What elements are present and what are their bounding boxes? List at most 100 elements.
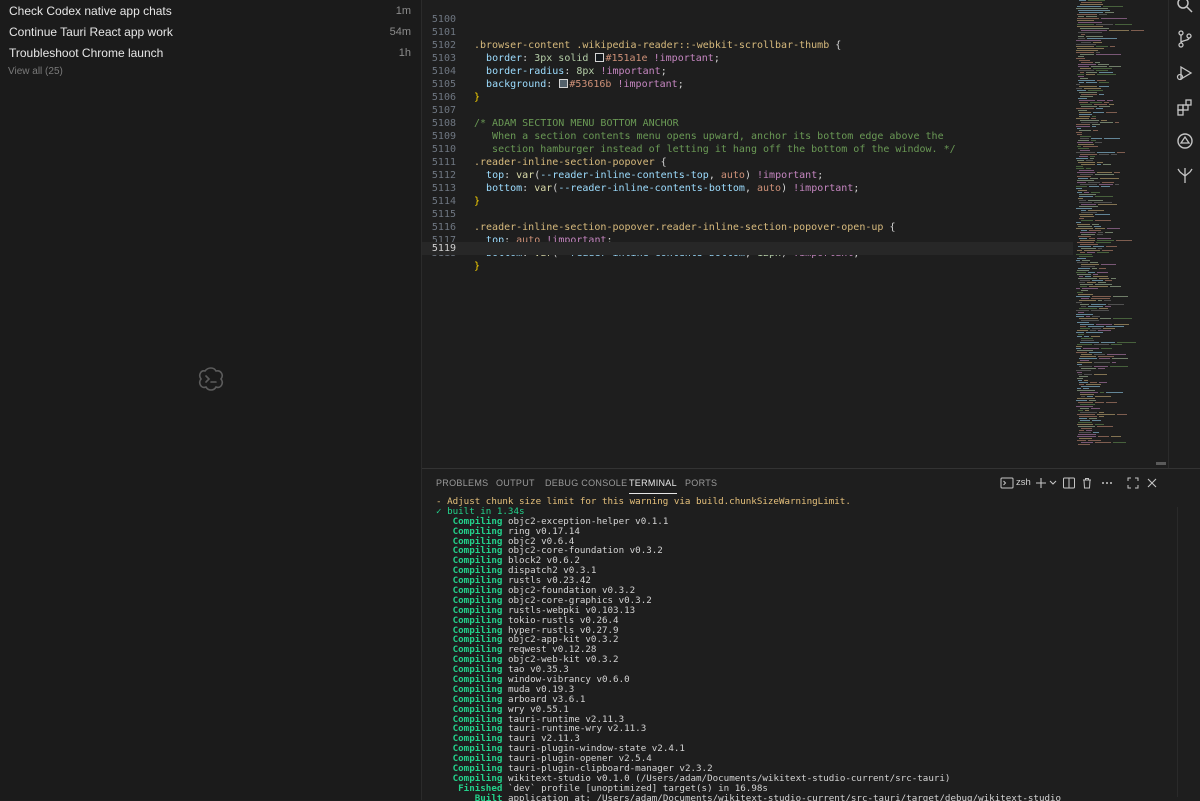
minimap-line: [1094, 354, 1105, 355]
minimap-line: [1090, 156, 1095, 157]
minimap-line: [1097, 240, 1114, 241]
minimap-line: [1081, 62, 1093, 63]
minimap-line: [1077, 398, 1095, 399]
minimap-line: [1079, 116, 1090, 117]
minimap-line: [1089, 418, 1097, 419]
minimap-line: [1077, 378, 1083, 379]
tree-icon[interactable]: [1176, 166, 1194, 184]
minimap-line: [1080, 96, 1093, 97]
minimap-line: [1080, 356, 1096, 357]
minimap-line: [1099, 268, 1106, 269]
minimap-line: [1076, 166, 1083, 167]
minimap-line: [1078, 444, 1090, 445]
minimap-line: [1084, 374, 1092, 375]
split-terminal-icon[interactable]: [1062, 476, 1076, 490]
minimap-line: [1080, 404, 1095, 405]
minimap-line: [1078, 268, 1090, 269]
tab-debug-console[interactable]: DEBUG CONSOLE: [545, 478, 627, 488]
minimap-line: [1089, 230, 1101, 231]
minimap-line: [1100, 392, 1104, 393]
source-control-icon[interactable]: [1176, 30, 1194, 48]
minimap-line: [1076, 124, 1090, 125]
minimap-line: [1094, 366, 1108, 367]
minimap-line: [1080, 286, 1087, 287]
minimap-line: [1112, 362, 1116, 363]
code-editor[interactable]: 5100 5101 .browser-content .wikipedia-re…: [422, 0, 1168, 468]
view-all-link[interactable]: View all (25): [8, 66, 63, 77]
tab-terminal[interactable]: TERMINAL: [629, 478, 677, 494]
minimap-line: [1097, 238, 1111, 239]
minimap-line: [1087, 252, 1095, 253]
minimap-line: [1082, 288, 1098, 289]
minimap[interactable]: [1074, 0, 1162, 450]
minimap-line: [1106, 246, 1117, 247]
minimap-line: [1081, 428, 1092, 429]
minimap-line: [1095, 402, 1104, 403]
minimap-line: [1077, 134, 1082, 135]
search-icon[interactable]: [1176, 0, 1194, 14]
minimap-line: [1090, 262, 1098, 263]
close-panel-icon[interactable]: [1145, 476, 1159, 490]
minimap-line: [1095, 396, 1111, 397]
chat-item[interactable]: Check Codex native app chats 1m: [9, 0, 411, 22]
minimap-line: [1099, 82, 1109, 83]
minimap-line: [1080, 412, 1097, 413]
minimap-line: [1099, 154, 1109, 155]
minimap-line: [1084, 336, 1089, 337]
minimap-line: [1093, 246, 1104, 247]
minimap-line: [1076, 302, 1082, 303]
trash-icon[interactable]: [1080, 476, 1094, 490]
chevron-down-icon[interactable]: [1046, 476, 1060, 490]
minimap-line: [1099, 382, 1107, 383]
code-line-current[interactable]: 5119: [422, 242, 1073, 255]
minimap-line: [1078, 410, 1083, 411]
minimap-line: [1082, 260, 1090, 261]
minimap-line: [1099, 72, 1113, 73]
tab-ports[interactable]: PORTS: [685, 478, 717, 488]
minimap-line: [1076, 406, 1093, 407]
minimap-line: [1099, 358, 1110, 359]
shell-name[interactable]: zsh: [1016, 477, 1031, 488]
minimap-line: [1106, 392, 1123, 393]
minimap-line: [1080, 284, 1093, 285]
minimap-line: [1078, 98, 1087, 99]
bottom-panel: PROBLEMS OUTPUT DEBUG CONSOLE TERMINAL P…: [422, 468, 1200, 801]
terminal-scrollbar[interactable]: [1177, 507, 1178, 797]
minimap-line: [1117, 342, 1136, 343]
minimap-line: [1115, 184, 1119, 185]
maximize-panel-icon[interactable]: [1126, 476, 1140, 490]
minimap-line: [1077, 330, 1088, 331]
minimap-line: [1078, 80, 1095, 81]
run-debug-icon[interactable]: [1176, 64, 1194, 82]
minimap-line: [1079, 114, 1092, 115]
more-actions-icon[interactable]: [1100, 476, 1114, 490]
tab-output[interactable]: OUTPUT: [496, 478, 535, 488]
minimap-line: [1081, 220, 1093, 221]
chat-item[interactable]: Troubleshoot Chrome launch 1h: [9, 42, 411, 64]
minimap-line: [1077, 160, 1084, 161]
minimap-line: [1084, 88, 1101, 89]
minimap-line: [1086, 74, 1095, 75]
chat-item[interactable]: Continue Tauri React app work 54m: [9, 21, 411, 43]
code-line: 5116 top: auto !important;: [422, 208, 1072, 246]
minimap-line: [1081, 248, 1096, 249]
minimap-line: [1091, 408, 1100, 409]
code-line: 5108 When a section contents menu opens …: [422, 104, 1072, 142]
minimap-line: [1080, 408, 1089, 409]
minimap-line: [1079, 218, 1084, 219]
minimap-slider[interactable]: [1156, 462, 1166, 465]
minimap-line: [1078, 190, 1087, 191]
minimap-line: [1079, 202, 1092, 203]
minimap-line: [1077, 48, 1104, 49]
minimap-line: [1077, 270, 1089, 271]
minimap-line: [1131, 30, 1144, 31]
minimap-line: [1101, 186, 1110, 187]
chat-time: 54m: [389, 26, 411, 38]
code-line: 5114: [422, 182, 1072, 207]
codex-icon[interactable]: [1176, 132, 1194, 150]
extensions-icon[interactable]: [1176, 98, 1194, 116]
terminal-output[interactable]: - Adjust chunk size limit for this warni…: [436, 497, 1176, 801]
tab-problems[interactable]: PROBLEMS: [436, 478, 488, 488]
minimap-line: [1079, 194, 1096, 195]
minimap-line: [1078, 380, 1082, 381]
